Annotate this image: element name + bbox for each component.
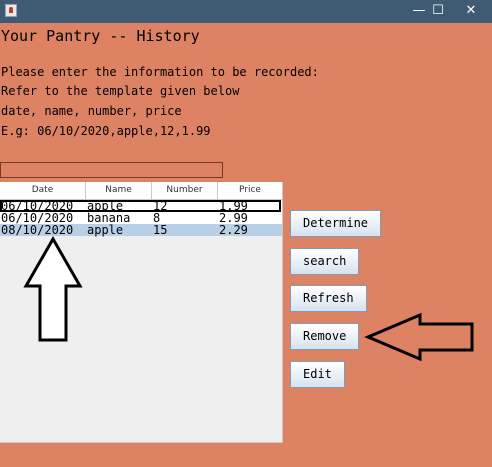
record-input-value	[1, 167, 3, 181]
refresh-button[interactable]: Refresh	[290, 285, 367, 312]
history-table[interactable]: Date Name Number Price 06/10/2020 apple …	[0, 182, 283, 443]
table-header: Date Name Number Price	[0, 182, 282, 200]
instruction-line-1: Please enter the information to be recor…	[1, 65, 319, 79]
remove-button[interactable]: Remove	[290, 323, 360, 350]
edit-button[interactable]: Edit	[290, 361, 345, 388]
window-titlebar[interactable]: — ☐ ✕	[0, 0, 492, 23]
record-input[interactable]	[0, 162, 223, 178]
left-arrow-annotation	[364, 312, 474, 362]
page-title: Your Pantry -- History	[1, 27, 200, 45]
instruction-line-4: E.g: 06/10/2020,apple,12,1.99	[1, 124, 211, 138]
cell-number: 15	[153, 223, 168, 237]
instruction-line-2: Refer to the template given below	[1, 84, 240, 98]
java-app-icon	[5, 4, 17, 17]
cell-price: 2.29	[219, 223, 248, 237]
cell-date: 08/10/2020	[1, 223, 74, 237]
table-row-selected[interactable]: 08/10/2020 apple 15 2.29	[0, 224, 282, 236]
determine-button[interactable]: Determine	[290, 210, 382, 237]
instruction-line-3: date, name, number, price	[1, 104, 182, 118]
up-arrow-annotation	[23, 235, 83, 342]
column-header-price[interactable]: Price	[218, 182, 282, 199]
cell-number: 12	[153, 199, 168, 213]
search-button[interactable]: search	[290, 248, 360, 275]
cell-name: apple	[87, 223, 124, 237]
maximize-button[interactable]: ☐	[421, 0, 455, 23]
column-header-number[interactable]: Number	[152, 182, 218, 199]
column-header-date[interactable]: Date	[0, 182, 86, 199]
column-header-name[interactable]: Name	[86, 182, 152, 199]
close-button[interactable]: ✕	[454, 0, 488, 23]
